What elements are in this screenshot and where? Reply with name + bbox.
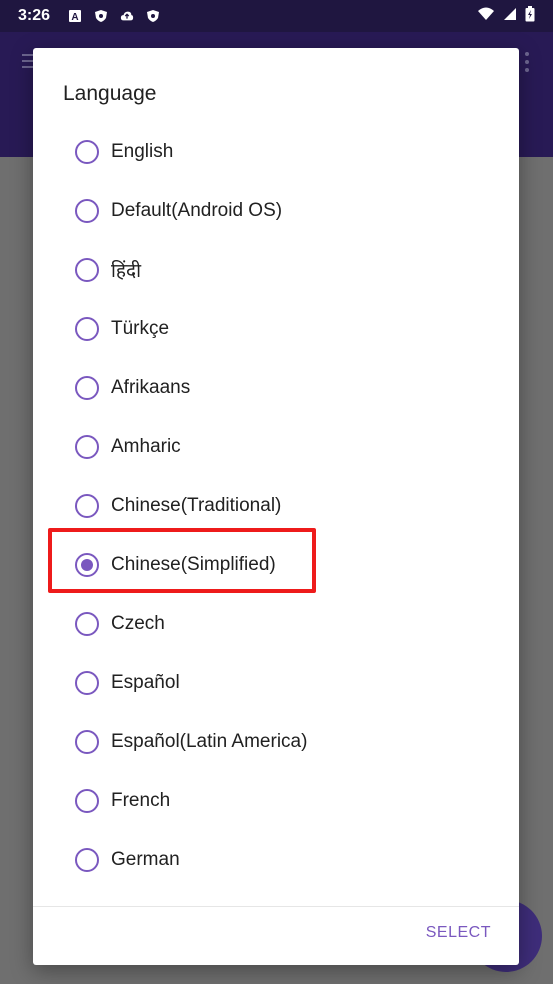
language-option-label: German [111,848,180,870]
radio-button[interactable] [75,493,99,518]
language-option-french[interactable]: French [33,771,519,830]
language-option-label: Chinese(Simplified) [111,553,276,575]
cloud-icon [120,9,134,23]
radio-button[interactable] [75,611,99,636]
radio-button[interactable] [75,670,99,695]
language-option-label: Afrikaans [111,376,191,398]
status-bar: 3:26 A [0,0,553,32]
font-icon: A [68,9,82,23]
language-option-czech[interactable]: Czech [33,594,519,653]
language-option-spanish[interactable]: Español [33,653,519,712]
shield-icon [94,9,108,23]
radio-button[interactable] [75,847,99,872]
language-option-spanish-latin-america[interactable]: Español(Latin America) [33,712,519,771]
select-button[interactable]: SELECT [426,924,491,942]
radio-button[interactable] [75,434,99,459]
status-time: 3:26 [18,7,51,24]
language-option-hindi[interactable]: हिंदी [33,240,519,299]
language-option-default[interactable]: Default(Android OS) [33,181,519,240]
language-option-label: Amharic [111,435,181,457]
language-option-amharic[interactable]: Amharic [33,417,519,476]
language-option-english[interactable]: English [33,122,519,181]
radio-button[interactable] [75,257,99,282]
radio-selected-dot [81,558,93,571]
language-option-label: Español(Latin America) [111,730,308,752]
language-option-label: Español [111,671,180,693]
language-option-label: Czech [111,612,165,634]
shield-icon [146,9,160,23]
dialog-title: Language [63,82,157,105]
radio-button[interactable] [75,139,99,164]
language-option-chinese-simplified[interactable]: Chinese(Simplified) [33,535,519,594]
system-icons [477,5,535,27]
svg-text:A: A [71,12,78,23]
language-option-chinese-traditional[interactable]: Chinese(Traditional) [33,476,519,535]
radio-button[interactable] [75,198,99,223]
radio-button[interactable] [75,316,99,341]
radio-button[interactable] [75,729,99,754]
language-option-label: हिंदी [111,260,142,282]
language-option-label: Default(Android OS) [111,199,283,221]
notification-icons: A [68,9,160,23]
language-option-label: Türkçe [111,317,170,339]
language-option-label: Chinese(Traditional) [111,494,282,516]
language-option-afrikaans[interactable]: Afrikaans [33,358,519,417]
radio-button[interactable] [75,375,99,400]
screen: 3:26 A Language English Default(Android … [0,0,553,984]
language-option-label: French [111,789,171,811]
radio-button[interactable] [75,788,99,813]
language-option-german[interactable]: German [33,830,519,889]
battery-icon [525,5,535,27]
radio-button-selected[interactable] [75,552,99,577]
dialog-divider [33,906,519,907]
more-options-icon[interactable] [525,52,531,72]
language-option-label: English [111,140,174,162]
signal-icon [503,7,517,26]
wifi-icon [477,7,495,26]
language-dialog: Language English Default(Android OS) हिं… [33,48,519,965]
language-option-turkish[interactable]: Türkçe [33,299,519,358]
